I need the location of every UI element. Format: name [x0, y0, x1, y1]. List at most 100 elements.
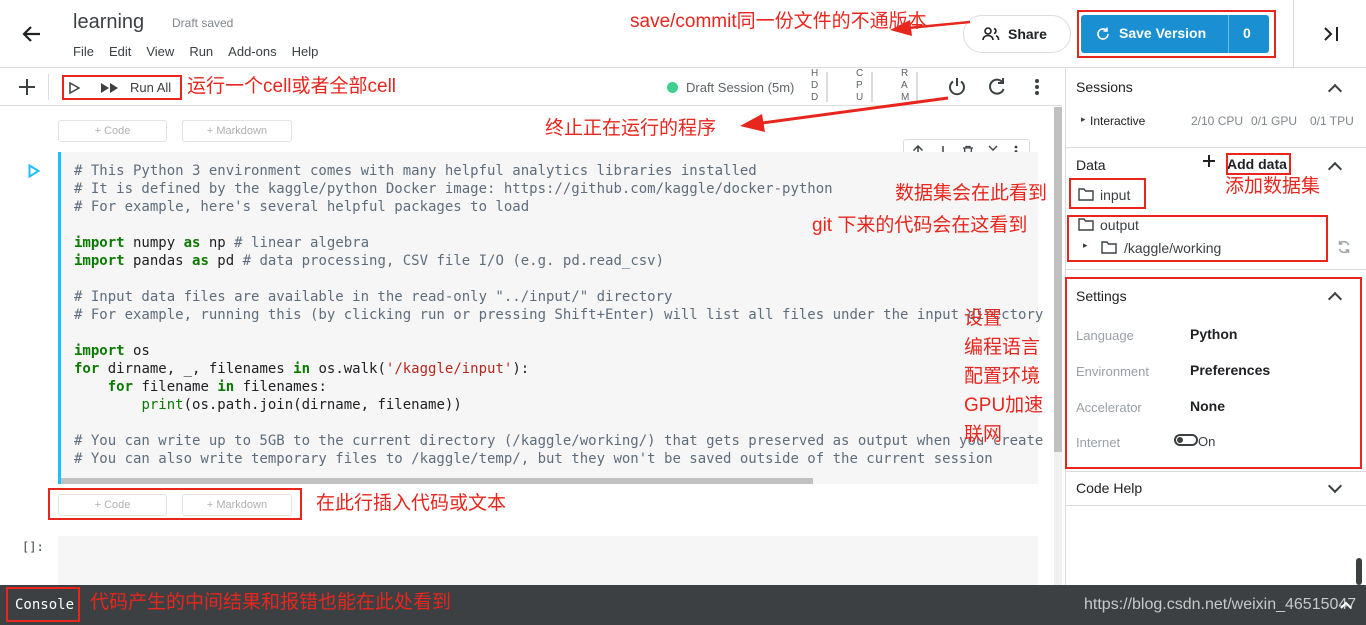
- add-code-button[interactable]: + Code: [58, 494, 167, 516]
- code-line[interactable]: import os: [74, 342, 1043, 360]
- output-folder-icon: [1078, 217, 1094, 231]
- save-version-label: Save Version: [1119, 25, 1207, 41]
- menu-addons[interactable]: Add-ons: [228, 44, 276, 59]
- annotation-save: save/commit同一份文件的不通版本: [630, 11, 927, 32]
- add-cell-icon[interactable]: [17, 77, 37, 97]
- environment-label: Environment: [1076, 364, 1149, 379]
- console-button[interactable]: Console: [15, 597, 74, 613]
- code-line[interactable]: print(os.path.join(dirname, filename)): [74, 396, 1043, 414]
- ram-bar: [916, 72, 918, 102]
- more-options-icon[interactable]: [1034, 78, 1040, 96]
- code-line[interactable]: # This Python 3 environment comes with m…: [74, 162, 1043, 180]
- working-folder-icon: [1101, 240, 1117, 254]
- code-line[interactable]: [74, 414, 1043, 432]
- code-line[interactable]: for dirname, _, filenames in os.walk('/k…: [74, 360, 1043, 378]
- sidebar-scrollbar[interactable]: [1356, 558, 1362, 585]
- code-help-chevron-down-icon[interactable]: [1327, 478, 1343, 494]
- share-button[interactable]: Share: [963, 15, 1071, 53]
- working-folder[interactable]: /kaggle/working: [1124, 240, 1221, 256]
- code-line[interactable]: import pandas as pd # data processing, C…: [74, 252, 1043, 270]
- session-interactive[interactable]: Interactive: [1090, 114, 1145, 128]
- add-data-plus-icon[interactable]: [1202, 154, 1216, 168]
- input-folder-icon: [1078, 187, 1094, 201]
- code-line[interactable]: # You can write up to 5GB to the current…: [74, 432, 1043, 450]
- hdd-meter: H D D: [811, 68, 819, 103]
- session-expand-icon[interactable]: ▸: [1081, 114, 1086, 125]
- toggle-knob: [1177, 437, 1183, 443]
- notebook-title[interactable]: learning: [73, 11, 144, 34]
- annotation-stop: 终止正在运行的程序: [545, 118, 717, 139]
- internet-value: On: [1198, 434, 1216, 449]
- topbar-divider: [1293, 0, 1294, 68]
- divider: [1066, 505, 1366, 506]
- menu-run[interactable]: Run: [189, 44, 213, 59]
- session-gpu: 0/1 GPU: [1251, 114, 1298, 128]
- watermark-url: https://blog.csdn.net/weixin_46515047: [1084, 596, 1357, 613]
- version-count[interactable]: 0: [1243, 25, 1251, 41]
- code-line[interactable]: [74, 270, 1043, 288]
- run-cell-play-icon[interactable]: [28, 163, 41, 179]
- output-folder[interactable]: output: [1100, 217, 1139, 233]
- annotation-insert: 在此行插入代码或文本: [316, 493, 507, 514]
- ram-meter: R A M: [901, 68, 910, 103]
- refresh-icon: [1095, 26, 1111, 42]
- scrollbar-thumb[interactable]: [1054, 107, 1062, 452]
- session-tpu: 0/1 TPU: [1310, 114, 1354, 128]
- collapse-sidebar-icon[interactable]: [1320, 23, 1342, 45]
- divider: [1066, 269, 1366, 270]
- code-editor[interactable]: # This Python 3 environment comes with m…: [74, 162, 1043, 468]
- back-arrow-icon[interactable]: [20, 22, 44, 46]
- cell-prompt: []:: [22, 540, 44, 554]
- input-folder[interactable]: input: [1100, 187, 1130, 203]
- run-all-button[interactable]: Run All: [130, 80, 171, 95]
- divider: [1066, 471, 1366, 472]
- empty-code-cell[interactable]: [58, 536, 1038, 585]
- working-expand-icon[interactable]: ▸: [1083, 240, 1088, 251]
- save-status: Draft saved: [172, 16, 234, 30]
- code-line[interactable]: # Input data files are available in the …: [74, 288, 1043, 306]
- right-sidebar: Sessions ▸ Interactive 2/10 CPU 0/1 GPU …: [1065, 68, 1366, 585]
- add-markdown-button[interactable]: + Markdown: [182, 494, 292, 516]
- accelerator-label: Accelerator: [1076, 400, 1142, 415]
- console-expand-icon[interactable]: [1340, 598, 1352, 610]
- accelerator-value[interactable]: None: [1190, 398, 1225, 414]
- sessions-title: Sessions: [1076, 79, 1133, 95]
- add-code-button-top[interactable]: + Code: [58, 120, 167, 142]
- data-chevron-up-icon[interactable]: [1327, 161, 1343, 177]
- notebook-scrollbar[interactable]: [1054, 107, 1062, 585]
- cpu-meter: C P U: [856, 68, 864, 103]
- annotation-git: git 下来的代码会在这看到: [812, 215, 1028, 236]
- annotation-run: 运行一个cell或者全部cell: [187, 76, 397, 97]
- power-icon[interactable]: [946, 76, 968, 98]
- code-line[interactable]: for filename in filenames:: [74, 378, 1043, 396]
- restart-icon[interactable]: [986, 76, 1008, 98]
- code-line[interactable]: # For example, running this (by clicking…: [74, 306, 1043, 324]
- refresh-output-icon[interactable]: [1337, 240, 1351, 254]
- menu-edit[interactable]: Edit: [109, 44, 131, 59]
- cell-hscrollbar[interactable]: [61, 478, 813, 484]
- sessions-chevron-up-icon[interactable]: [1327, 83, 1343, 99]
- notebook-editor: learning Draft saved File Edit View Run Add-…: [0, 0, 1366, 625]
- save-version-button[interactable]: Save Version 0: [1081, 15, 1269, 53]
- toolbar-divider: [48, 74, 49, 100]
- annotation-adddata: 添加数据集: [1225, 176, 1321, 197]
- menu-help[interactable]: Help: [292, 44, 319, 59]
- session-status-dot: [667, 82, 678, 93]
- share-people-icon: [982, 26, 1000, 42]
- language-value[interactable]: Python: [1190, 326, 1237, 342]
- menu-view[interactable]: View: [146, 44, 174, 59]
- run-cell-icon[interactable]: [68, 81, 81, 95]
- annotation-dataset: 数据集会在此看到: [895, 183, 1048, 204]
- code-line[interactable]: [74, 324, 1043, 342]
- environment-value[interactable]: Preferences: [1190, 362, 1270, 378]
- internet-toggle[interactable]: [1174, 434, 1198, 446]
- code-line[interactable]: # You can also write temporary files to …: [74, 450, 1043, 468]
- menu-file[interactable]: File: [73, 44, 94, 59]
- settings-chevron-up-icon[interactable]: [1327, 291, 1343, 307]
- share-label: Share: [1008, 26, 1047, 42]
- notebook-toolbar: Run All Draft Session (5m) H D D C P U R…: [0, 68, 1062, 106]
- add-data-button[interactable]: Add data: [1227, 156, 1287, 172]
- code-cell[interactable]: # This Python 3 environment comes with m…: [58, 152, 1043, 484]
- annotation-settings: 设置 编程语言 配置环境 GPU加速 联网: [964, 308, 1044, 445]
- add-markdown-button-top[interactable]: + Markdown: [182, 120, 292, 142]
